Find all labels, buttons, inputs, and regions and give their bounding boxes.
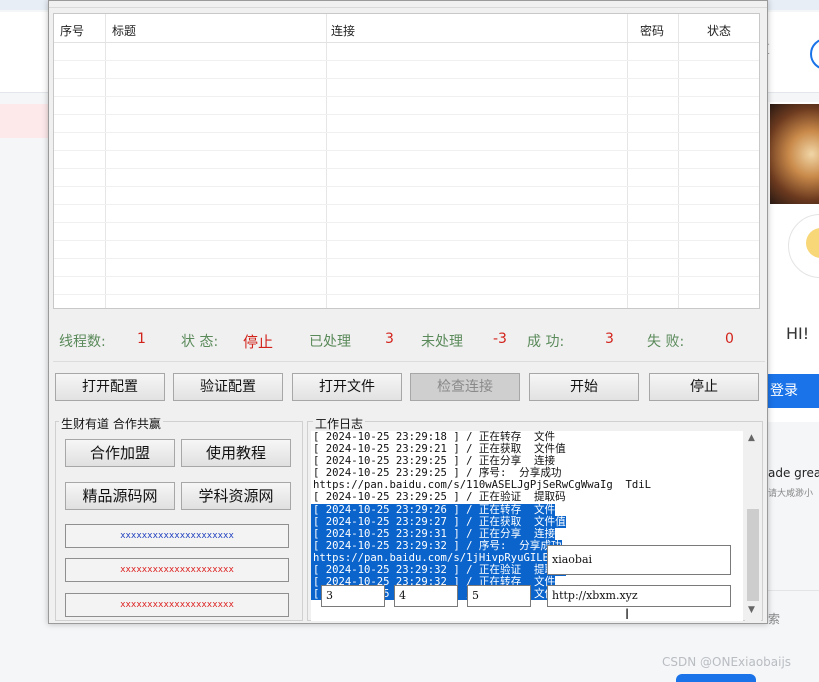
input-a[interactable]: 3 — [321, 585, 385, 607]
article-snippet[interactable]: ade grea — [768, 466, 819, 480]
log-line-row: https://pan.baidu.com/s/110wASELJgPjSeRw… — [311, 479, 743, 491]
header-status[interactable]: 状态 — [707, 22, 731, 39]
status-label: 状 态: — [181, 334, 219, 350]
browser-side — [0, 140, 48, 680]
log-line-row: [ 2024-10-25 23:29:21 ] / 正在获取 文件值 — [311, 443, 743, 455]
verify-config-button[interactable]: 验证配置 — [173, 373, 283, 401]
row-line — [54, 276, 759, 277]
row-line — [54, 294, 759, 295]
row-line — [54, 222, 759, 223]
log-line-row: [ 2024-10-25 23:29:31 ] / 正在分享 连接 — [311, 527, 743, 540]
input-b[interactable]: 4 — [394, 585, 458, 607]
row-line — [54, 168, 759, 169]
log-line-row: [ 2024-10-25 23:29:27 ] / 正在获取 文件值 — [311, 515, 743, 528]
header-index[interactable]: 序号 — [60, 22, 84, 39]
start-button[interactable]: 开始 — [529, 373, 639, 401]
open-config-button[interactable]: 打开配置 — [55, 373, 165, 401]
text-cursor-icon: Ⅰ — [625, 607, 630, 623]
log-line: [ 2024-10-25 23:29:32 ] / 正在验证 提取码 — [311, 564, 566, 577]
source-site-button[interactable]: 精品源码网 — [65, 482, 175, 510]
log-title: 工作日志 — [313, 415, 366, 432]
row-line — [54, 150, 759, 151]
header-password[interactable]: 密码 — [640, 22, 664, 39]
log-line: [ 2024-10-25 23:29:25 ] / 正在分享 连接 — [313, 455, 556, 468]
floating-button[interactable] — [676, 674, 756, 682]
log-line-row: [ 2024-10-25 23:29:18 ] / 正在转存 文件 — [311, 431, 743, 443]
scroll-thumb[interactable] — [747, 509, 759, 601]
watermark: CSDN @ONExiaobaijs — [662, 655, 792, 669]
log-line-row: [ 2024-10-25 23:29:25 ] / 正在验证 提取码 — [311, 491, 743, 503]
url-input[interactable]: http://xbxm.xyz — [547, 585, 731, 607]
promo-title: 生财有道 合作共赢 — [59, 415, 163, 432]
log-line: [ 2024-10-25 23:29:25 ] / 正在验证 提取码 — [313, 491, 566, 504]
check-link-button[interactable]: 检查连接 — [410, 373, 520, 401]
log-line: [ 2024-10-25 23:29:21 ] / 正在获取 文件值 — [313, 443, 566, 456]
row-line — [54, 186, 759, 187]
log-line-row: [ 2024-10-25 23:29:26 ] / 正在转存 文件 — [311, 503, 743, 516]
article-snippet-sub: 请大咸渺小 — [768, 489, 814, 499]
column-status: 状态 — [679, 14, 759, 308]
input-c[interactable]: 5 — [467, 585, 531, 607]
row-line — [54, 132, 759, 133]
notice-bar — [0, 104, 48, 138]
scroll-up-icon[interactable]: ▲ — [748, 433, 755, 443]
row-line — [54, 114, 759, 115]
stats-bar: 线程数: 1 状 态: 停止 已处理 3 未处理 -3 成 功: 3 失 败: … — [53, 319, 765, 359]
join-button[interactable]: 合作加盟 — [65, 439, 175, 467]
resource-site-button[interactable]: 学科资源网 — [181, 482, 291, 510]
scroll-down-icon[interactable]: ▼ — [748, 605, 755, 615]
login-button[interactable]: 登录 — [764, 374, 819, 408]
threads-value: 1 — [137, 331, 146, 347]
success-label: 成 功: — [527, 334, 565, 350]
log-line-row: [ 2024-10-25 23:29:25 ] / 序号: 分享成功 — [311, 467, 743, 479]
log-line: [ 2024-10-25 23:29:31 ] / 正在分享 连接 — [311, 527, 556, 540]
search-snippet[interactable]: 索 — [768, 610, 780, 627]
fail-value: 0 — [725, 331, 734, 347]
log-line: [ 2024-10-25 23:29:26 ] / 正在转存 文件 — [311, 503, 556, 516]
planet-banner-image — [770, 104, 819, 204]
status-value: 停止 — [243, 333, 274, 351]
greeting-text: HI! — [786, 324, 810, 343]
link-button-1[interactable]: xxxxxxxxxxxxxxxxxxxxx — [65, 524, 289, 548]
column-password: 密码 — [628, 14, 679, 308]
log-line: [ 2024-10-25 23:29:25 ] / 序号: 分享成功 — [313, 467, 562, 480]
row-line — [54, 78, 759, 79]
column-link: 连接 — [327, 14, 628, 308]
column-index: 序号 — [54, 14, 106, 308]
log-line: https://pan.baidu.com/s/110wASELJgPjSeRw… — [313, 479, 652, 492]
log-line: [ 2024-10-25 23:29:27 ] / 正在获取 文件值 — [311, 515, 566, 528]
unprocessed-value: -3 — [493, 331, 507, 347]
log-line-row: [ 2024-10-25 23:29:25 ] / 正在分享 连接 — [311, 455, 743, 467]
log-line: https://pan.baidu.com/s/1jHivpRyuGILBjW — [311, 551, 562, 565]
row-line — [54, 96, 759, 97]
column-title: 标题 — [106, 14, 327, 308]
processed-value: 3 — [385, 331, 394, 347]
header-title[interactable]: 标题 — [112, 22, 136, 39]
log-scrollbar[interactable]: ▲ ▼ — [745, 431, 761, 621]
link-button-2[interactable]: xxxxxxxxxxxxxxxxxxxxx — [65, 558, 289, 582]
threads-label: 线程数: — [59, 334, 106, 350]
link-button-3[interactable]: xxxxxxxxxxxxxxxxxxxxx — [65, 593, 289, 617]
task-table[interactable]: 序号 标题 连接 密码 状态 — [53, 13, 760, 309]
row-line — [54, 240, 759, 241]
separator — [53, 361, 765, 362]
row-line — [54, 60, 759, 61]
tutorial-button[interactable]: 使用教程 — [181, 439, 291, 467]
log-line: [ 2024-10-25 23:29:32 ] / 序号: 分享成功 — [311, 539, 562, 552]
fail-label: 失 败: — [647, 334, 685, 350]
name-input[interactable]: xiaobai — [547, 545, 731, 575]
log-line: [ 2024-10-25 23:29:18 ] / 正在转存 文件 — [313, 431, 556, 443]
row-line — [54, 258, 759, 259]
header-separator — [54, 42, 759, 43]
row-line — [54, 204, 759, 205]
success-value: 3 — [605, 331, 614, 347]
processed-label: 已处理 — [309, 334, 351, 350]
unprocessed-label: 未处理 — [421, 334, 463, 350]
window-title-strip — [49, 1, 767, 8]
app-window: 序号 标题 连接 密码 状态 线程数: 1 状 态: 停止 已处理 3 未处理 … — [48, 0, 768, 624]
header-link[interactable]: 连接 — [331, 22, 355, 39]
open-file-button[interactable]: 打开文件 — [292, 373, 402, 401]
stop-button[interactable]: 停止 — [649, 373, 759, 401]
